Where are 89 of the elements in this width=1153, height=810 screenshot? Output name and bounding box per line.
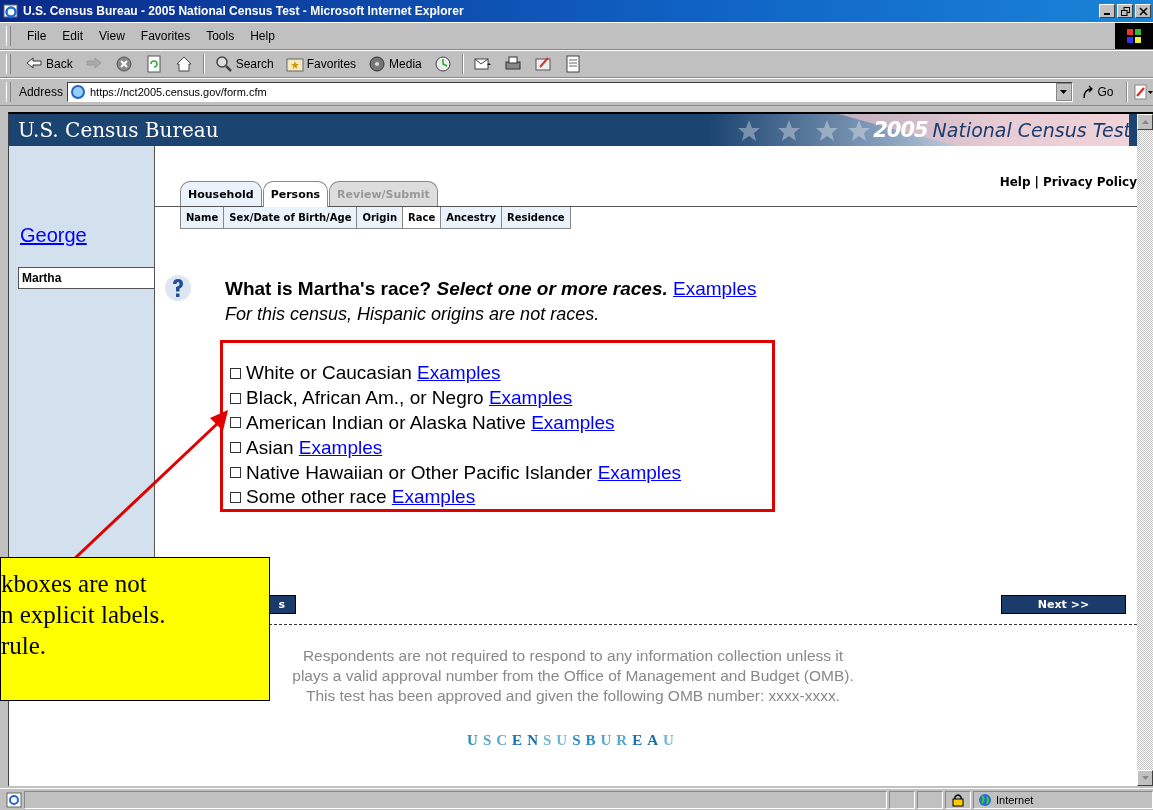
- search-icon: [214, 55, 233, 73]
- menu-item[interactable]: Edit: [54, 29, 92, 43]
- go-button[interactable]: Go: [1072, 85, 1122, 99]
- subtab[interactable]: Sex/Date of Birth/Age: [224, 207, 358, 228]
- examples-link[interactable]: Examples: [488, 387, 573, 410]
- menu-item[interactable]: Help: [242, 29, 283, 43]
- checkbox[interactable]: [230, 442, 241, 454]
- examples-link[interactable]: Examples: [531, 412, 615, 434]
- person-link[interactable]: George: [9, 224, 154, 247]
- clock-icon: [433, 55, 452, 73]
- checkbox[interactable]: [230, 367, 241, 379]
- stop-icon: [114, 55, 133, 73]
- up-arrow-icon: [1141, 120, 1149, 124]
- footer-text: Respondents are not required to respond to any information collection unless it: [302, 646, 844, 666]
- document-icon: [563, 55, 582, 73]
- subtab[interactable]: Ancestry: [441, 207, 502, 228]
- previous-button[interactable]: s: [269, 595, 296, 614]
- scrollbar[interactable]: [1137, 114, 1153, 786]
- callout-text: rule.: [1, 631, 47, 661]
- site-title: U.S. Census Bureau: [17, 118, 220, 142]
- examples-link[interactable]: Examples: [298, 436, 383, 459]
- callout-text: n explicit labels.: [1, 600, 166, 630]
- search-button[interactable]: Search: [208, 52, 280, 76]
- scroll-up-button[interactable]: [1137, 114, 1153, 130]
- menu-item[interactable]: View: [91, 29, 133, 43]
- examples-link[interactable]: Examples: [417, 362, 501, 385]
- checkbox[interactable]: [230, 417, 241, 429]
- curved-arrow-icon: [1080, 85, 1095, 99]
- close-button[interactable]: [1135, 4, 1151, 18]
- checkbox[interactable]: [230, 392, 241, 404]
- globe-icon: [978, 792, 992, 807]
- subtab[interactable]: Origin: [357, 207, 403, 228]
- windows-logo-icon: [1126, 28, 1142, 44]
- zone-label: Internet: [996, 793, 1034, 806]
- option-label: Native Hawaiian or Other Pacific Islander: [246, 461, 593, 484]
- footer-text: plays a valid approval number from the Office of Management and Budget (OMB).: [292, 666, 854, 686]
- restore-icon: [1120, 6, 1130, 16]
- footer-text: This test has been approved and given the following OMB number: xxxx-xxxx.: [305, 686, 841, 706]
- callout-text: kboxes are not: [1, 569, 147, 599]
- checkbox[interactable]: [230, 491, 241, 503]
- status-pane: [889, 790, 915, 809]
- printer-icon: [503, 55, 522, 73]
- examples-link[interactable]: Examples: [597, 461, 682, 484]
- menu-item[interactable]: Favorites: [132, 29, 199, 43]
- option-label: White or Caucasian: [246, 362, 412, 385]
- disc-icon: [368, 55, 387, 73]
- window-title: U.S. Census Bureau - 2005 National Census Test - Microsoft Internet Explorer: [23, 4, 465, 18]
- address-label: Address: [18, 85, 63, 99]
- privacy-link[interactable]: Privacy Policy: [1042, 175, 1137, 189]
- examples-link[interactable]: Examples: [673, 278, 757, 299]
- subtab[interactable]: Name: [181, 207, 225, 228]
- next-button[interactable]: Next >>: [1001, 595, 1126, 614]
- dropdown-arrow-icon: [1060, 90, 1068, 94]
- down-arrow-icon: [1141, 776, 1149, 780]
- menu-item[interactable]: File: [19, 29, 55, 43]
- examples-link[interactable]: Examples: [391, 486, 476, 509]
- home-icon: [174, 55, 193, 73]
- page-icon: [6, 791, 22, 808]
- question-text: What is Martha's race? Select one or more races. Examples: [225, 278, 757, 300]
- separator: |: [1034, 175, 1039, 189]
- help-link[interactable]: Help: [999, 175, 1031, 189]
- browser-icon: [3, 3, 19, 19]
- restore-button[interactable]: [1117, 4, 1133, 18]
- option-label: Some other race: [246, 486, 387, 509]
- subtab[interactable]: Residence: [501, 207, 570, 228]
- disc-button[interactable]: Media: [362, 52, 428, 76]
- tab[interactable]: Persons: [262, 181, 329, 207]
- checkbox[interactable]: [230, 467, 241, 479]
- star-folder-icon: [285, 55, 304, 73]
- edit-icon: [533, 55, 552, 73]
- option-label: Asian: [246, 436, 294, 459]
- minimize-button[interactable]: [1099, 4, 1115, 18]
- page-icon: [69, 84, 86, 100]
- envelope-icon: [473, 55, 492, 73]
- close-icon: [1138, 6, 1148, 16]
- tab[interactable]: Household: [180, 181, 262, 206]
- scroll-down-button[interactable]: [1137, 770, 1153, 786]
- person-current[interactable]: Martha: [18, 267, 154, 289]
- back-arrow-button[interactable]: Back: [19, 52, 79, 76]
- option-label: American Indian or Alaska Native: [246, 412, 526, 434]
- question-note: For this census, Hispanic origins are not races.: [225, 304, 601, 325]
- help-icon: [164, 274, 192, 302]
- option-label: Black, African Am., or Negro: [246, 387, 484, 410]
- refresh-icon: [144, 55, 163, 73]
- address-field[interactable]: https://nct2005.census.gov/form.cfm: [66, 82, 1073, 102]
- star-folder-button[interactable]: Favorites: [279, 52, 363, 76]
- status-pane: [917, 790, 943, 809]
- lock-icon: [952, 792, 964, 807]
- menu-item[interactable]: Tools: [198, 29, 243, 43]
